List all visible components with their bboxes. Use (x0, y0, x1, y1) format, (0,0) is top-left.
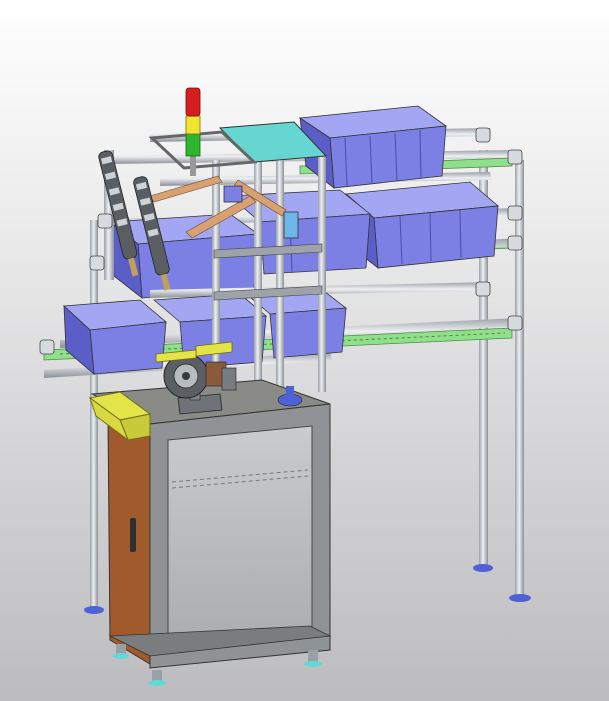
cabinet-foot-pad (304, 661, 322, 667)
cabinet-foot-pad (148, 680, 166, 686)
leg-foot (509, 594, 531, 602)
rack-leg-front-right (515, 160, 524, 598)
frame-post (318, 156, 326, 392)
fixture-block (221, 367, 237, 391)
cabinet-side-handle (130, 518, 136, 552)
cabinet-side (107, 419, 151, 665)
frame-post (254, 150, 262, 412)
cabinet-foot-pad (113, 653, 129, 659)
cad-viewport (0, 0, 609, 701)
blue-block (223, 185, 243, 203)
leg-foot (473, 564, 493, 572)
tower-light-red (185, 87, 201, 117)
cabinet-glass-door (167, 425, 313, 649)
tower-pole (190, 156, 196, 176)
bin-bottom-left (63, 299, 167, 375)
leg-foot (84, 606, 104, 614)
tower-light-green (185, 133, 201, 157)
assembly-station-model (39, 87, 531, 686)
motor-hub (182, 372, 190, 380)
blue-bracket (283, 211, 299, 239)
post-foot-blue (286, 386, 294, 400)
tower-light-yellow (185, 115, 201, 135)
frame-post (276, 160, 284, 400)
